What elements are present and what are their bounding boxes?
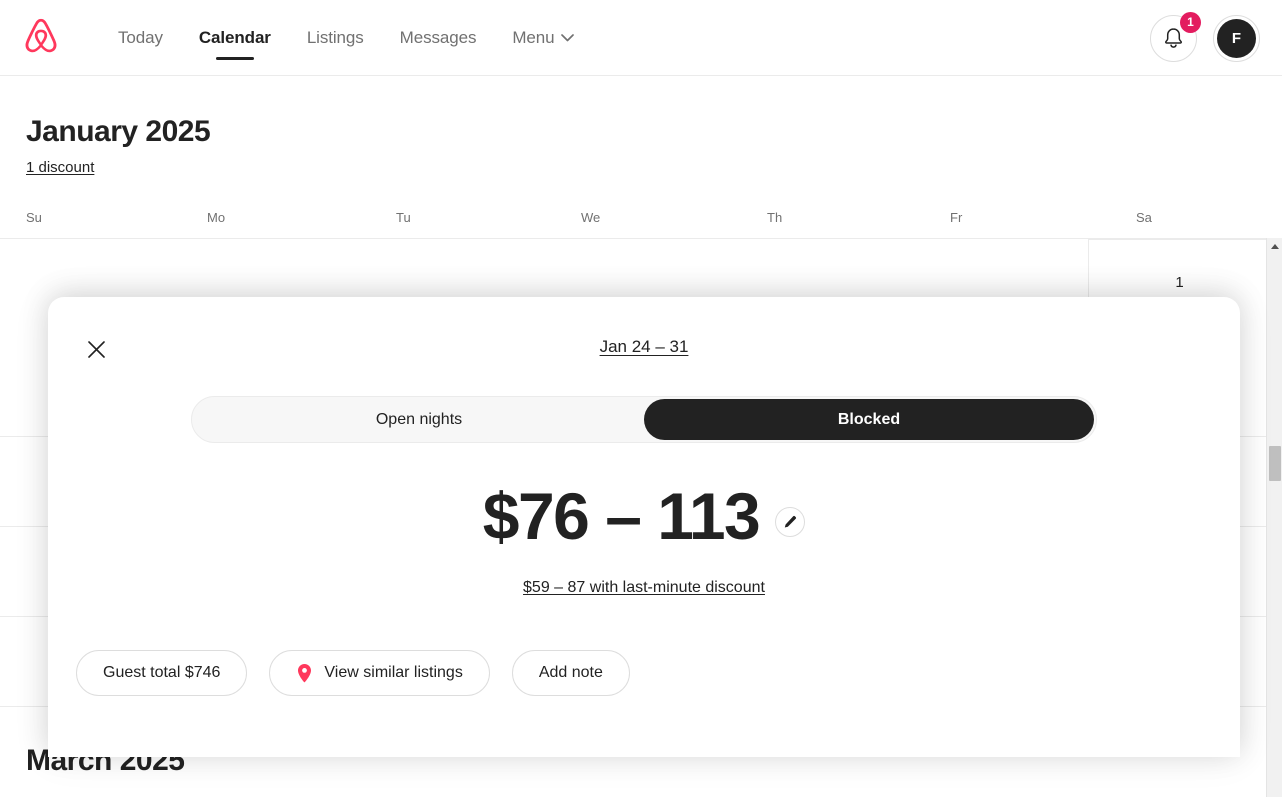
modal-action-buttons: Guest total $746 View similar listings A…	[76, 650, 630, 696]
calendar-day-number: 1	[1175, 274, 1184, 291]
nav-item-menu[interactable]: Menu	[494, 0, 592, 76]
guest-total-label: Guest total $746	[103, 664, 221, 681]
chevron-down-icon	[561, 34, 575, 42]
nav-item-today[interactable]: Today	[100, 0, 181, 76]
nav-item-listings-label: Listings	[306, 28, 364, 47]
add-note-label: Add note	[538, 664, 603, 681]
main-nav-links: Today Calendar Listings Messages Menu	[100, 0, 592, 76]
last-minute-discount-note: $59 – 87 with last-minute discount	[48, 579, 1240, 597]
view-similar-listings-button[interactable]: View similar listings	[269, 650, 490, 696]
tab-blocked[interactable]: Blocked	[644, 399, 1094, 440]
nav-item-today-label: Today	[118, 28, 163, 47]
dow-we: We	[581, 210, 601, 225]
availability-toggle-group: Open nights Blocked	[191, 396, 1097, 443]
scroll-up-arrow-icon[interactable]	[1267, 238, 1282, 254]
price-range-value: $76 – 113	[482, 479, 761, 553]
bell-icon	[1163, 27, 1184, 49]
price-row: $76 – 113	[48, 483, 1240, 549]
discount-link[interactable]: 1 discount	[26, 159, 94, 176]
pencil-edit-icon	[783, 515, 797, 529]
page-title-january: January 2025	[26, 115, 211, 148]
modal-title: Jan 24 – 31	[48, 337, 1240, 357]
modal-date-range-label[interactable]: Jan 24 – 31	[600, 337, 689, 356]
airbnb-belo-logo-icon[interactable]	[20, 14, 62, 60]
guest-total-button[interactable]: Guest total $746	[76, 650, 248, 696]
nav-item-messages[interactable]: Messages	[382, 0, 495, 76]
day-of-week-header-row: Su Mo Tu We Th Fr Sa	[0, 210, 1282, 238]
nav-item-calendar-label: Calendar	[198, 28, 271, 47]
notifications-button[interactable]: 1	[1150, 11, 1201, 62]
dow-th: Th	[767, 210, 783, 225]
nav-item-menu-label: Menu	[512, 28, 555, 47]
vertical-scrollbar[interactable]	[1266, 238, 1282, 797]
dow-mo: Mo	[207, 210, 226, 225]
avatar: F	[1217, 18, 1256, 58]
scrollbar-thumb[interactable]	[1269, 446, 1281, 481]
view-similar-listings-label: View similar listings	[324, 664, 463, 681]
nav-item-listings[interactable]: Listings	[289, 0, 382, 76]
edit-price-button[interactable]	[775, 507, 806, 537]
date-range-detail-modal: Jan 24 – 31 Open nights Blocked $76 – 11…	[48, 297, 1240, 757]
notification-count-badge: 1	[1180, 11, 1201, 33]
nav-right-cluster: 1 F	[1150, 0, 1260, 76]
nav-item-calendar[interactable]: Calendar	[181, 0, 289, 76]
top-navigation-bar: Today Calendar Listings Messages Menu 1 …	[0, 0, 1282, 76]
add-note-button[interactable]: Add note	[511, 650, 630, 696]
tab-open-nights[interactable]: Open nights	[194, 399, 644, 440]
user-avatar-button[interactable]: F	[1213, 14, 1260, 62]
calendar-grid-top-divider	[0, 238, 1270, 239]
last-minute-discount-link[interactable]: $59 – 87 with last-minute discount	[523, 579, 765, 596]
dow-su: Su	[26, 210, 42, 225]
dow-tu: Tu	[396, 210, 411, 225]
dow-fr: Fr	[950, 210, 963, 225]
map-pin-icon	[296, 663, 313, 684]
dow-sa: Sa	[1136, 210, 1152, 225]
nav-item-messages-label: Messages	[399, 28, 477, 47]
